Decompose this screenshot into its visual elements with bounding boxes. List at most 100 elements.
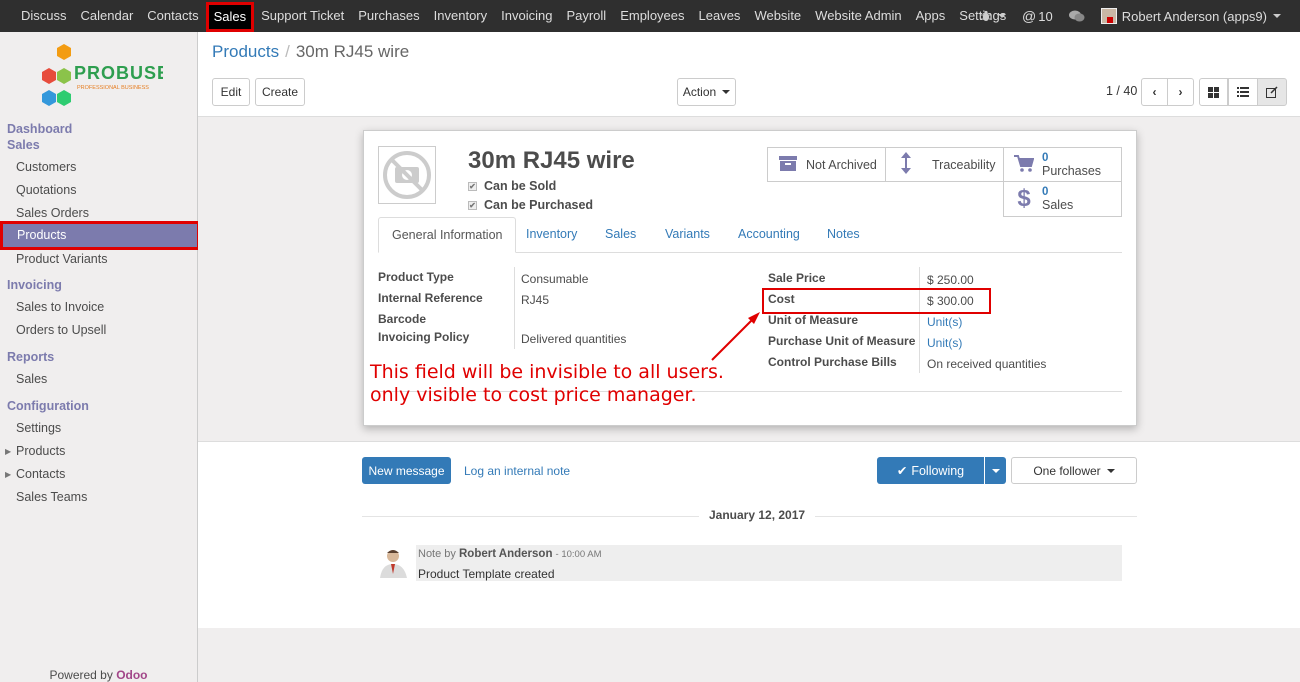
product-type-label: Product Type: [378, 270, 454, 284]
menu-apps[interactable]: Apps: [909, 0, 953, 32]
pager-next-button[interactable]: ›: [1167, 78, 1194, 106]
purchases-label: Purchases: [1042, 163, 1102, 178]
followers-label: One follower: [1033, 463, 1101, 478]
sale-price-value: $ 250.00: [927, 273, 974, 287]
notebook-tabs: General Information Inventory Sales Vari…: [378, 217, 1122, 253]
menu-website[interactable]: Website: [747, 0, 808, 32]
edit-form-icon: [1266, 86, 1278, 98]
sales-label: Sales: [1042, 198, 1074, 212]
control-purchase-bills-value: On received quantities: [927, 357, 1047, 371]
sidebar-item-config-contacts[interactable]: ▶ Contacts: [0, 463, 197, 486]
sidebar-item-reports-sales[interactable]: Sales: [0, 368, 197, 391]
tab-variants[interactable]: Variants: [665, 217, 710, 253]
menu-support-ticket[interactable]: Support Ticket: [254, 0, 351, 32]
action-dropdown[interactable]: Action: [677, 78, 736, 106]
product-name: 30m RJ45 wire: [468, 147, 635, 174]
checkbox-checked-icon: ✔: [468, 181, 477, 191]
cost-highlight-box: [762, 288, 991, 314]
following-dropdown-button[interactable]: [985, 457, 1006, 484]
traceability-button[interactable]: Traceability: [885, 147, 1004, 182]
can-be-purchased-label: Can be Purchased: [484, 198, 594, 212]
purchase-uom-value[interactable]: Unit(s): [927, 336, 962, 350]
sidebar-item-sales-teams[interactable]: Sales Teams: [0, 486, 197, 509]
tab-accounting[interactable]: Accounting: [738, 217, 800, 253]
message-author[interactable]: Robert Anderson: [459, 548, 553, 560]
menu-calendar[interactable]: Calendar: [74, 0, 141, 32]
archive-toggle-button[interactable]: Not Archived: [767, 147, 886, 182]
powered-by-label: Powered by: [49, 668, 113, 682]
sales-button[interactable]: $ 0 Sales: [1003, 181, 1122, 217]
checkbox-checked-icon: ✔: [468, 200, 477, 210]
sidebar-item-orders-to-upsell[interactable]: Orders to Upsell: [0, 319, 197, 342]
following-button[interactable]: ✔ Following: [877, 457, 984, 484]
kanban-icon: [1208, 86, 1219, 98]
breadcrumb: Products / 30m RJ45 wire: [212, 42, 409, 62]
menu-purchases[interactable]: Purchases: [351, 0, 426, 32]
sidebar-item-config-products[interactable]: ▶ Products: [0, 440, 197, 463]
powered-by: Powered by Odoo: [0, 668, 197, 682]
breadcrumb-products[interactable]: Products: [212, 42, 279, 61]
edit-button[interactable]: Edit: [212, 78, 250, 106]
mentions-button[interactable]: @ 10: [1014, 0, 1061, 32]
at-icon: @: [1022, 8, 1037, 24]
unit-of-measure-value[interactable]: Unit(s): [927, 315, 962, 329]
app-menu: Discuss Calendar Contacts Sales Support …: [0, 0, 1013, 32]
tab-inventory[interactable]: Inventory: [526, 217, 577, 253]
menu-website-admin[interactable]: Website Admin: [808, 0, 908, 32]
logo-subtext: PROFESSIONAL BUSINESS: [77, 85, 149, 91]
user-menu[interactable]: Robert Anderson (apps9): [1093, 0, 1300, 32]
no-image-icon: [383, 151, 431, 199]
log-note-button[interactable]: Log an internal note: [464, 464, 570, 478]
debug-menu[interactable]: [972, 0, 1014, 32]
chevron-down-icon: [722, 90, 731, 94]
menu-invoicing[interactable]: Invoicing: [494, 0, 559, 32]
tab-general-information[interactable]: General Information: [378, 217, 517, 253]
sidebar-item-products[interactable]: Products: [0, 221, 200, 250]
menu-leaves[interactable]: Leaves: [692, 0, 748, 32]
menu-payroll[interactable]: Payroll: [559, 0, 613, 32]
menu-discuss[interactable]: Discuss: [14, 0, 74, 32]
chat-button[interactable]: [1061, 0, 1093, 32]
pager-previous-button[interactable]: ‹: [1141, 78, 1168, 106]
sidebar-item-quotations[interactable]: Quotations: [0, 179, 197, 202]
menu-contacts[interactable]: Contacts: [140, 0, 205, 32]
kanban-view-button[interactable]: [1199, 78, 1228, 106]
dollar-icon: $: [1017, 185, 1031, 212]
can-be-sold-label: Can be Sold: [484, 179, 557, 193]
list-icon: [1237, 87, 1249, 97]
breadcrumb-separator: /: [285, 42, 290, 61]
sidebar-item-product-variants[interactable]: Product Variants: [0, 248, 197, 271]
sidebar-item-sales-to-invoice[interactable]: Sales to Invoice: [0, 296, 197, 319]
can-be-sold-checkbox[interactable]: ✔ Can be Sold: [468, 179, 556, 193]
annotation-note: This field will be invisible to all user…: [370, 361, 724, 407]
form-view-button[interactable]: [1257, 78, 1287, 106]
new-message-button[interactable]: New message: [362, 457, 451, 484]
date-separator: January 12, 2017: [362, 508, 1137, 524]
tab-notes[interactable]: Notes: [827, 217, 860, 253]
purchases-button[interactable]: 0 Purchases: [1003, 147, 1122, 182]
menu-employees[interactable]: Employees: [613, 0, 691, 32]
date-separator-text: January 12, 2017: [699, 508, 816, 522]
annotation-arrow-icon: [711, 312, 760, 361]
create-button[interactable]: Create: [255, 78, 305, 106]
product-image[interactable]: [378, 146, 436, 204]
tab-sales[interactable]: Sales: [605, 217, 636, 253]
odoo-link[interactable]: Odoo: [116, 668, 147, 682]
control-purchase-bills-label: Control Purchase Bills: [768, 355, 897, 369]
sidebar-dashboard[interactable]: Dashboard: [7, 122, 72, 136]
list-view-button[interactable]: [1228, 78, 1258, 106]
caret-right-icon: ▶: [5, 470, 12, 479]
message-item: Note by Robert Anderson - 10:00 AM Produ…: [416, 545, 1122, 581]
unit-of-measure-label: Unit of Measure: [768, 313, 859, 327]
sidebar-item-settings[interactable]: Settings: [0, 417, 197, 440]
menu-inventory[interactable]: Inventory: [427, 0, 494, 32]
sale-price-label: Sale Price: [768, 271, 826, 285]
menu-sales[interactable]: Sales: [205, 1, 255, 32]
sidebar-section-configuration: Configuration: [7, 399, 89, 413]
followers-dropdown[interactable]: One follower: [1011, 457, 1137, 484]
logo-text: PROBUSE: [74, 63, 163, 83]
chevron-down-icon: [998, 14, 1007, 18]
sidebar-item-customers[interactable]: Customers: [0, 156, 197, 179]
chevron-left-icon: ‹: [1152, 85, 1157, 99]
can-be-purchased-checkbox[interactable]: ✔ Can be Purchased: [468, 198, 593, 212]
